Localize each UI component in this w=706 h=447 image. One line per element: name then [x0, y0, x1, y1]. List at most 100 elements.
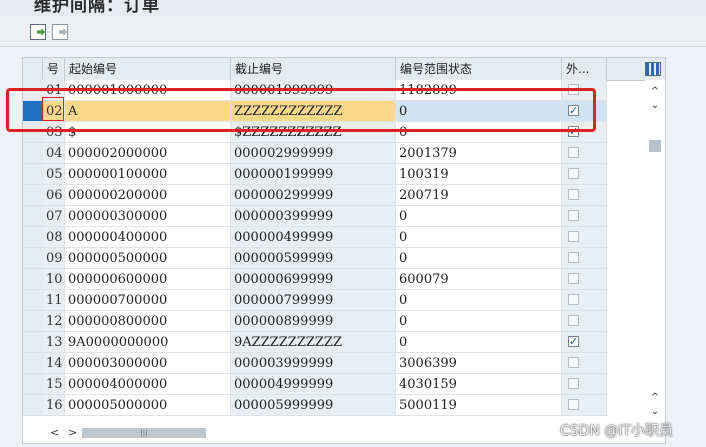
col-header-status[interactable]: 编号范围状态	[396, 58, 562, 80]
range-status-cell[interactable]: 5000119	[396, 395, 562, 416]
table-row[interactable]: 14 000003000000 000003999999 3006399	[23, 353, 665, 374]
range-status-cell[interactable]: 200719	[396, 185, 562, 206]
end-number-cell[interactable]: 000004999999	[231, 374, 396, 395]
start-number-cell[interactable]: 000000600000	[65, 269, 231, 290]
start-number-cell[interactable]: 000000800000	[65, 311, 231, 332]
row-number-cell[interactable]: 02	[43, 101, 65, 122]
col-header-external[interactable]: 外...	[562, 58, 607, 80]
end-number-cell[interactable]: 000000799999	[231, 290, 396, 311]
horizontal-scroll-thumb[interactable]: |||	[82, 428, 206, 438]
start-number-cell[interactable]: $	[65, 122, 231, 143]
external-checkbox[interactable]	[568, 399, 579, 410]
external-checkbox[interactable]	[568, 210, 579, 221]
layout-icon[interactable]	[645, 62, 661, 76]
table-row[interactable]: 16 000005000000 000005999999 5000119	[23, 395, 665, 416]
end-number-cell[interactable]: 000000499999	[231, 227, 396, 248]
range-status-cell[interactable]: 0	[396, 122, 562, 143]
external-checkbox[interactable]	[568, 315, 579, 326]
row-number-cell[interactable]: 07	[43, 206, 65, 227]
table-row[interactable]: 06 000000200000 000000299999 200719	[23, 185, 665, 206]
end-number-cell[interactable]: $ZZZZZZZZZZZ	[231, 122, 396, 143]
vertical-scroll-thumb[interactable]	[649, 140, 661, 152]
row-selector[interactable]	[23, 122, 43, 143]
table-row[interactable]: 09 000000500000 000000599999 0	[23, 248, 665, 269]
table-row[interactable]: 04 000002000000 000002999999 2001379	[23, 143, 665, 164]
range-status-cell[interactable]: 0	[396, 332, 562, 353]
row-selector[interactable]	[23, 206, 43, 227]
end-number-cell[interactable]: 000000699999	[231, 269, 396, 290]
range-status-cell[interactable]: 4030159	[396, 374, 562, 395]
external-checkbox[interactable]	[568, 378, 579, 389]
range-status-cell[interactable]: 2001379	[396, 143, 562, 164]
external-checkbox[interactable]	[568, 357, 579, 368]
range-status-cell[interactable]: 0	[396, 101, 562, 122]
external-checkbox[interactable]	[568, 189, 579, 200]
end-number-cell[interactable]: 000000299999	[231, 185, 396, 206]
table-row[interactable]: 15 000004000000 000004999999 4030159	[23, 374, 665, 395]
start-number-cell[interactable]: 000000400000	[65, 227, 231, 248]
table-row[interactable]: 02 A ZZZZZZZZZZZZ 0 ✓	[23, 101, 665, 122]
end-number-cell[interactable]: 000000899999	[231, 311, 396, 332]
row-selector[interactable]	[23, 269, 43, 290]
row-selector[interactable]	[23, 311, 43, 332]
external-checkbox[interactable]	[568, 168, 579, 179]
start-number-cell[interactable]: 000000100000	[65, 164, 231, 185]
row-number-cell[interactable]: 16	[43, 395, 65, 416]
external-checkbox[interactable]: ✓	[568, 105, 579, 116]
range-status-cell[interactable]: 0	[396, 227, 562, 248]
row-number-cell[interactable]: 09	[43, 248, 65, 269]
end-number-cell[interactable]: 000001999999	[231, 80, 396, 101]
range-status-cell[interactable]: 0	[396, 290, 562, 311]
row-number-cell[interactable]: 12	[43, 311, 65, 332]
end-number-cell[interactable]: 9AZZZZZZZZZZ	[231, 332, 396, 353]
external-checkbox[interactable]	[568, 294, 579, 305]
end-number-cell[interactable]: 000005999999	[231, 395, 396, 416]
row-selector[interactable]	[23, 248, 43, 269]
range-status-cell[interactable]: 0	[396, 206, 562, 227]
table-row[interactable]: 03 $ $ZZZZZZZZZZZ 0 ✓	[23, 122, 665, 143]
row-number-cell[interactable]: 10	[43, 269, 65, 290]
row-number-cell[interactable]: 04	[43, 143, 65, 164]
row-selector[interactable]	[23, 353, 43, 374]
row-selector[interactable]	[23, 101, 43, 122]
end-number-cell[interactable]: 000000199999	[231, 164, 396, 185]
start-number-cell[interactable]: 000004000000	[65, 374, 231, 395]
start-number-cell[interactable]: 9A0000000000	[65, 332, 231, 353]
row-number-cell[interactable]: 03	[43, 122, 65, 143]
table-row[interactable]: 10 000000600000 000000699999 600079	[23, 269, 665, 290]
table-row[interactable]: 05 000000100000 000000199999 100319	[23, 164, 665, 185]
scroll-up-bottom-icon[interactable]: ^	[645, 392, 665, 404]
range-status-cell[interactable]: 600079	[396, 269, 562, 290]
start-number-cell[interactable]: 000002000000	[65, 143, 231, 164]
row-selector[interactable]	[23, 290, 43, 311]
start-number-cell[interactable]: 000000300000	[65, 206, 231, 227]
start-number-cell[interactable]: 000001000000	[65, 80, 231, 101]
start-number-cell[interactable]: 000003000000	[65, 353, 231, 374]
horizontal-scrollbar[interactable]: < > |||	[22, 424, 622, 442]
col-header-start[interactable]: 起始编号	[65, 58, 231, 80]
row-selector[interactable]	[23, 143, 43, 164]
vertical-scrollbar[interactable]: ^ ⌄ ^ ⌄	[645, 80, 665, 443]
external-checkbox[interactable]	[568, 147, 579, 158]
start-number-cell[interactable]: A	[65, 101, 231, 122]
scroll-right-icon[interactable]: >	[68, 426, 77, 439]
row-number-cell[interactable]: 11	[43, 290, 65, 311]
row-number-cell[interactable]: 01	[43, 80, 65, 101]
external-checkbox[interactable]	[568, 252, 579, 263]
col-header-no[interactable]: 号	[43, 58, 65, 80]
table-row[interactable]: 12 000000800000 000000899999 0	[23, 311, 665, 332]
row-number-cell[interactable]: 15	[43, 374, 65, 395]
end-number-cell[interactable]: 000003999999	[231, 353, 396, 374]
range-status-cell[interactable]: 0	[396, 311, 562, 332]
scroll-down-icon[interactable]: ⌄	[645, 100, 665, 112]
start-number-cell[interactable]: 000000500000	[65, 248, 231, 269]
table-row[interactable]: 08 000000400000 000000499999 0	[23, 227, 665, 248]
row-number-cell[interactable]: 06	[43, 185, 65, 206]
row-number-cell[interactable]: 14	[43, 353, 65, 374]
external-checkbox[interactable]	[568, 231, 579, 242]
row-selector[interactable]	[23, 395, 43, 416]
end-number-cell[interactable]: 000000599999	[231, 248, 396, 269]
start-number-cell[interactable]: 000005000000	[65, 395, 231, 416]
scroll-left-icon[interactable]: <	[50, 426, 59, 439]
start-number-cell[interactable]: 000000200000	[65, 185, 231, 206]
